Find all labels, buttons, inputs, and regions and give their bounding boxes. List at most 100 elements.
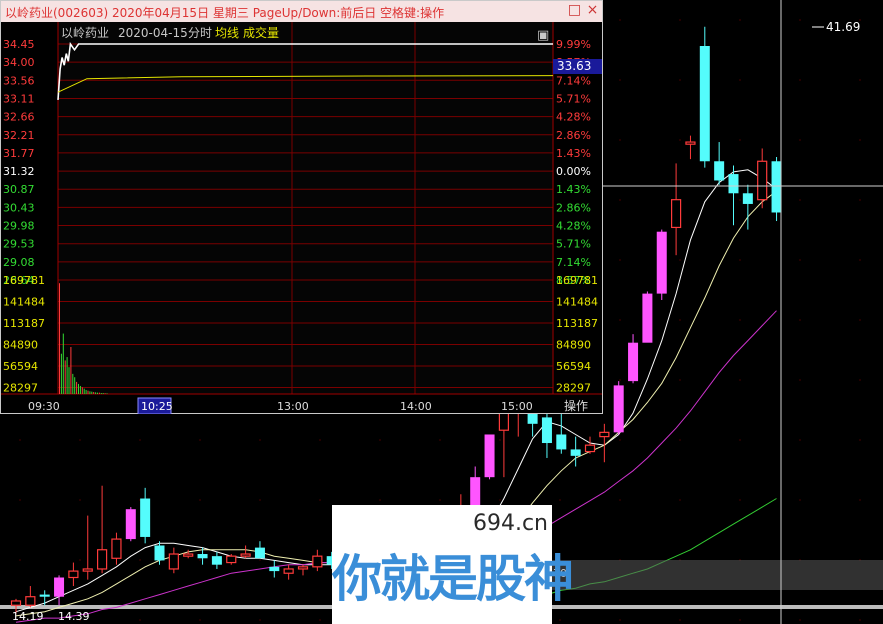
pct-tick-label: 2.86% (556, 201, 591, 214)
candle (656, 229, 667, 301)
close-icon[interactable]: × (585, 3, 600, 18)
volume-tick-label: 113187 (3, 317, 45, 330)
price-tick-label: 33.56 (3, 74, 35, 87)
kline-grid-dot (859, 619, 861, 621)
price-tick-label: 34.45 (3, 38, 35, 51)
pct-tick-label: 5.71% (556, 92, 591, 105)
kline-low-label-1: 14.19 (12, 610, 44, 623)
cursor-time-label: 10:25 (141, 400, 173, 413)
kline-grid-dot (319, 619, 321, 621)
kline-grid-dot (679, 439, 681, 441)
intraday-popup-window[interactable]: 以岭药业(002603) 2020年04月15日 星期三 PageUp/Down… (0, 0, 603, 414)
volume-bar (60, 353, 62, 394)
price-tick-label: 29.98 (3, 220, 35, 233)
kline-grid-dot (79, 439, 81, 441)
candle (111, 532, 122, 565)
price-tick-label: 31.77 (3, 147, 35, 160)
price-tick-label: 29.08 (3, 256, 35, 269)
price-tick-label: 34.00 (3, 56, 35, 69)
kline-grid-dot (739, 19, 741, 21)
pct-tick-label: 2.86% (556, 129, 591, 142)
kline-grid-dot (799, 319, 801, 321)
tool-icon[interactable]: ▣ (537, 28, 549, 43)
intraday-volume-label: 成交量 (243, 25, 279, 40)
kline-grid-dot (859, 319, 861, 321)
kline-grid-dot (139, 559, 141, 561)
kline-high-label: 41.69 (826, 20, 860, 34)
volume-tick-label-right: 56594 (556, 360, 591, 373)
kline-grid-dot (619, 319, 621, 321)
kline-grid-dot (139, 619, 141, 621)
kline-grid-dot (679, 259, 681, 261)
intraday-avg-label: 均线 (215, 26, 239, 40)
price-tick-label: 32.66 (3, 111, 35, 124)
kline-grid-dot (859, 139, 861, 141)
candle (628, 334, 639, 384)
kline-grid-dot (799, 199, 801, 201)
kline-grid-dot (799, 619, 801, 621)
kline-grid-dot (679, 619, 681, 621)
kline-grid-dot (739, 139, 741, 141)
kline-grid-dot (619, 139, 621, 141)
kline-grid-dot (19, 439, 21, 441)
candle (613, 381, 624, 435)
pct-tick-label: 7.14% (556, 256, 591, 269)
volume-tick-label: 56594 (3, 360, 38, 373)
kline-grid-dot (739, 259, 741, 261)
candle (125, 507, 136, 542)
price-tick-label: 33.11 (3, 92, 35, 105)
candle (484, 434, 495, 480)
volume-tick-label: 28297 (3, 382, 38, 395)
candle (685, 135, 696, 160)
watermark-slogan: 你就是股神 (332, 550, 574, 608)
volume-bar (87, 390, 89, 394)
time-tick-label: 13:00 (277, 400, 309, 413)
candle (68, 562, 79, 587)
volume-bar (74, 377, 76, 394)
volume-bar (89, 391, 91, 394)
popup-titlebar[interactable]: 以岭药业(002603) 2020年04月15日 星期三 PageUp/Down… (1, 1, 602, 22)
kline-grid-dot (199, 559, 201, 561)
pct-tick-label: 1.43% (556, 147, 591, 160)
kline-grid-dot (679, 499, 681, 501)
kline-grid-dot (499, 499, 501, 501)
volume-bar (83, 388, 85, 394)
candle (254, 541, 265, 559)
candle (168, 547, 179, 574)
kline-grid-dot (619, 439, 621, 441)
kline-grid-dot (739, 499, 741, 501)
volume-tick-label-right: 113187 (556, 317, 598, 330)
maximize-icon[interactable]: □ (567, 3, 582, 18)
kline-grid-dot (139, 439, 141, 441)
volume-tick-label: 169781 (3, 274, 45, 287)
kline-grid-dot (799, 259, 801, 261)
volume-bar (97, 392, 98, 394)
kline-grid-dot (619, 619, 621, 621)
candle (670, 163, 682, 256)
kline-grid-dot (79, 499, 81, 501)
kline-grid-dot (619, 19, 621, 21)
intraday-mode: 分时 (188, 26, 212, 40)
kline-grid-dot (379, 439, 381, 441)
candle (269, 560, 280, 578)
pct-tick-label: 1.43% (556, 183, 591, 196)
volume-bar (68, 367, 70, 394)
candle (226, 554, 237, 565)
kline-grid-dot (679, 139, 681, 141)
kline-grid-dot (859, 79, 861, 81)
current-price-label: 33.63 (557, 59, 591, 73)
volume-bar (106, 393, 108, 394)
kline-grid-dot (619, 499, 621, 501)
time-tick-label: 14:00 (400, 400, 432, 413)
kline-grid-dot (259, 619, 261, 621)
volume-bar (70, 346, 72, 394)
kline-grid-dot (559, 499, 561, 501)
volume-tick-label-right: 84890 (556, 339, 591, 352)
candle (297, 564, 309, 576)
price-tick-label: 29.53 (3, 238, 35, 251)
candle (283, 564, 294, 580)
price-tick-label: 30.87 (3, 183, 35, 196)
kline-grid-dot (799, 439, 801, 441)
intraday-chart[interactable]: 34.459.99%34.008.57%33.567.14%33.115.71%… (1, 22, 602, 414)
ops-button[interactable]: 操作 (564, 398, 588, 413)
